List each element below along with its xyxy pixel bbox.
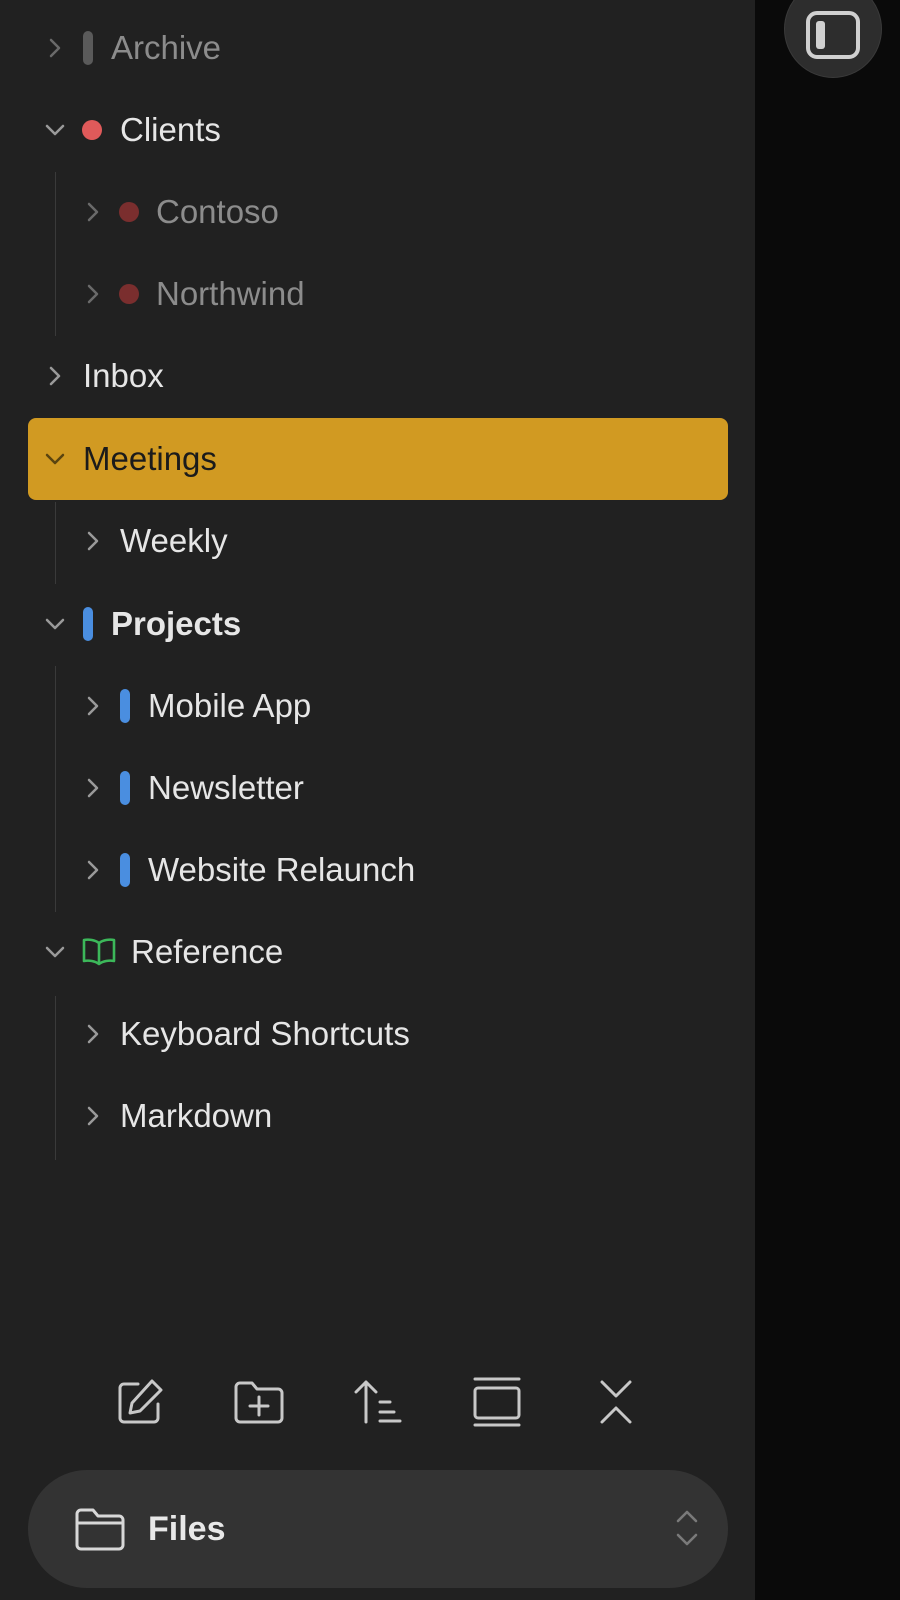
folder-label: Clients — [120, 111, 221, 148]
folder-label: Northwind — [156, 275, 305, 312]
folder-label: Projects — [111, 605, 242, 642]
view-switcher[interactable]: Files — [28, 1470, 728, 1588]
folder-website-relaunch[interactable]: Website Relaunch — [28, 829, 728, 911]
folder-label: Website Relaunch — [148, 851, 416, 888]
chevron-right-icon[interactable] — [44, 37, 66, 59]
file-explorer-sidebar: Archive Clients Contoso Northwind Inbox … — [0, 0, 755, 1600]
chevron-right-icon[interactable] — [82, 201, 104, 223]
folder-label: Inbox — [83, 357, 164, 394]
folder-inbox[interactable]: Inbox — [28, 335, 728, 417]
folder-meetings[interactable]: Meetings — [28, 418, 728, 500]
chevron-down-icon[interactable] — [44, 448, 66, 470]
folder-newsletter[interactable]: Newsletter — [28, 747, 728, 829]
sort-button[interactable] — [348, 1372, 408, 1432]
folder-label: Newsletter — [148, 769, 304, 806]
chevron-right-icon[interactable] — [82, 283, 104, 305]
view-switcher-label: Files — [148, 1510, 226, 1548]
new-note-button[interactable] — [110, 1372, 170, 1432]
folder-label: Markdown — [120, 1097, 273, 1134]
folder-contoso[interactable]: Contoso — [28, 171, 728, 253]
folder-label: Meetings — [83, 440, 217, 477]
chevron-right-icon[interactable] — [82, 1105, 104, 1127]
chevron-up-down-icon — [674, 1508, 700, 1553]
folder-icon — [74, 1506, 126, 1557]
chevron-right-icon[interactable] — [82, 695, 104, 717]
folder-label: Reference — [131, 933, 284, 970]
new-folder-icon — [234, 1381, 284, 1424]
folder-projects[interactable]: Projects — [28, 583, 728, 665]
folder-color-dot — [119, 284, 139, 304]
new-note-icon — [118, 1379, 163, 1424]
chevron-right-icon[interactable] — [82, 777, 104, 799]
folder-markdown[interactable]: Markdown — [28, 1075, 728, 1157]
chevron-right-icon[interactable] — [44, 365, 66, 387]
folder-mobile-app[interactable]: Mobile App — [28, 665, 728, 747]
collapse-view-icon — [473, 1377, 521, 1427]
folder-weekly[interactable]: Weekly — [28, 500, 728, 582]
book-icon — [82, 937, 116, 975]
folder-label: Contoso — [156, 193, 279, 230]
chevron-right-icon[interactable] — [82, 859, 104, 881]
folder-color-marker — [120, 853, 130, 887]
chevron-down-icon[interactable] — [44, 941, 66, 963]
collapse-view-button[interactable] — [467, 1372, 527, 1432]
editor-pane — [755, 0, 900, 1600]
folder-label: Keyboard Shortcuts — [120, 1015, 410, 1052]
folder-reference[interactable]: Reference — [28, 911, 728, 993]
collapse-all-button[interactable] — [586, 1372, 646, 1432]
app-root: Archive Clients Contoso Northwind Inbox … — [0, 0, 900, 1600]
folder-color-marker — [120, 689, 130, 723]
collapse-all-icon — [600, 1380, 632, 1424]
new-folder-button[interactable] — [229, 1372, 289, 1432]
folder-label: Mobile App — [148, 687, 312, 724]
folder-keyboard-shortcuts[interactable]: Keyboard Shortcuts — [28, 993, 728, 1075]
folder-color-dot — [82, 120, 102, 140]
folder-color-marker — [120, 771, 130, 805]
folder-color-dot — [119, 202, 139, 222]
chevron-right-icon[interactable] — [82, 530, 104, 552]
folder-label: Archive — [111, 29, 222, 66]
folder-color-marker — [83, 31, 93, 65]
sort-icon — [354, 1380, 402, 1424]
sidebar-toggle-icon — [806, 11, 860, 59]
folder-archive[interactable]: Archive — [28, 7, 728, 89]
folder-color-marker — [83, 607, 93, 641]
folder-clients[interactable]: Clients — [28, 89, 728, 171]
folder-label: Weekly — [120, 522, 228, 559]
folder-northwind[interactable]: Northwind — [28, 253, 728, 335]
chevron-down-icon[interactable] — [44, 613, 66, 635]
chevron-right-icon[interactable] — [82, 1023, 104, 1045]
chevron-down-icon[interactable] — [44, 119, 66, 141]
